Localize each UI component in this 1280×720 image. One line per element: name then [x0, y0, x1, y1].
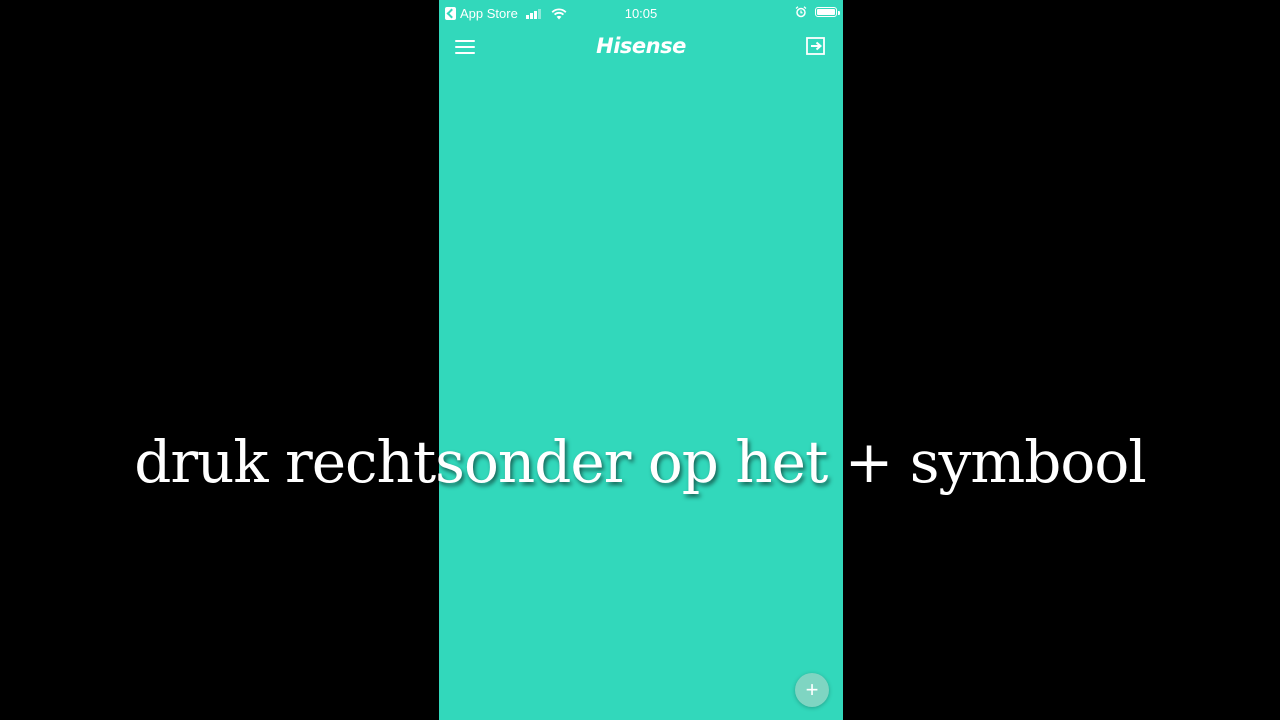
status-bar: App Store 10:05	[439, 0, 843, 26]
battery-icon	[815, 7, 840, 17]
alarm-icon	[795, 6, 807, 18]
phone-screen: App Store 10:05 Hisense +	[439, 0, 843, 720]
battery-level	[817, 9, 835, 15]
app-header: Hisense	[439, 28, 843, 68]
status-bar-right	[795, 6, 840, 18]
brand-logo: Hisense	[596, 34, 686, 58]
status-bar-time: 10:05	[624, 6, 658, 21]
logout-icon[interactable]	[805, 36, 827, 58]
video-frame: App Store 10:05 Hisense + druk rechtsond…	[0, 0, 1280, 720]
plus-icon: +	[805, 677, 819, 702]
add-device-button[interactable]: +	[795, 673, 829, 707]
